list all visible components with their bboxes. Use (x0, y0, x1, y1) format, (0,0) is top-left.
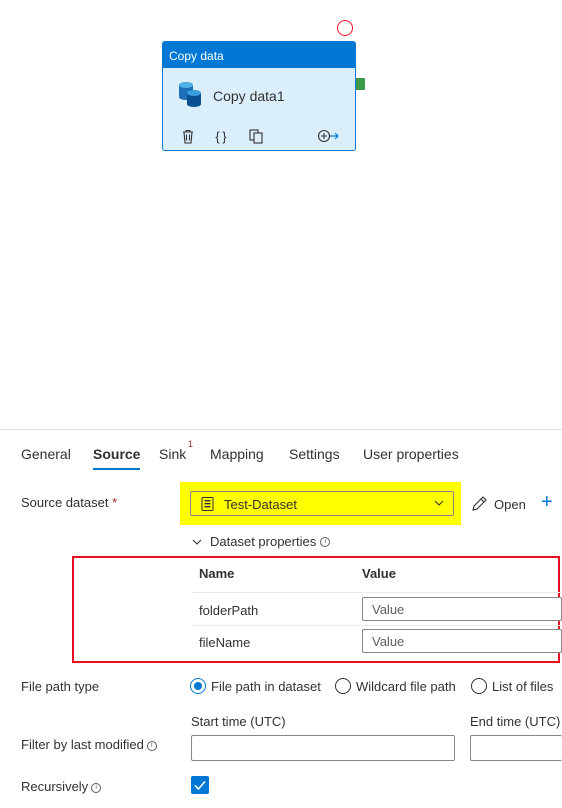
property-name-folderpath: folderPath (199, 603, 259, 618)
tab-sink[interactable]: Sink (159, 436, 186, 470)
info-icon[interactable]: i (320, 536, 331, 547)
radio-button (471, 678, 487, 694)
source-dataset-dropdown[interactable]: Test-Dataset (190, 491, 454, 516)
filter-last-modified-label: Filter by last modified i (21, 737, 157, 752)
file-path-type-label: File path type (21, 679, 100, 694)
start-time-input[interactable] (191, 735, 455, 761)
pencil-icon (472, 496, 487, 511)
properties-tabs: General Source Sink 1 Mapping Settings U… (0, 436, 562, 470)
tab-source[interactable]: Source (93, 436, 141, 470)
delete-icon[interactable] (178, 126, 198, 146)
radio-button-checked (190, 678, 206, 694)
tab-general[interactable]: General (21, 436, 71, 470)
start-time-label: Start time (UTC) (191, 714, 286, 729)
code-icon[interactable]: { } (211, 126, 231, 146)
tab-settings[interactable]: Settings (289, 436, 340, 470)
clone-icon[interactable] (246, 126, 266, 146)
open-label: Open (494, 496, 526, 512)
tab-sink-error-badge: 1 (188, 439, 194, 449)
end-time-input[interactable] (470, 735, 562, 761)
table-header-name: Name (199, 566, 235, 581)
table-header-value: Value (362, 566, 396, 581)
recursively-label: Recursively i (21, 779, 102, 794)
tab-user-properties[interactable]: User properties (363, 436, 459, 470)
info-icon[interactable]: i (146, 741, 157, 751)
radio-file-path-in-dataset[interactable]: File path in dataset (190, 678, 321, 694)
activity-type-label: Copy data (163, 42, 355, 68)
radio-label: Wildcard file path (356, 678, 456, 694)
filter-label-text: Filter by last modified (21, 737, 144, 752)
source-dataset-value: Test-Dataset (224, 497, 297, 512)
add-output-icon[interactable] (317, 126, 339, 146)
radio-list-of-files[interactable]: List of files (471, 678, 553, 694)
pipeline-canvas[interactable]: Copy data Copy data1 { } (0, 0, 562, 430)
end-time-label: End time (UTC) (470, 714, 561, 729)
new-dataset-button[interactable]: + (541, 492, 553, 512)
radio-label: List of files (492, 678, 554, 694)
radio-button (335, 678, 351, 694)
panel-divider (0, 429, 562, 430)
property-value-filename-input[interactable] (362, 629, 562, 653)
source-dataset-label: Source dataset * (21, 495, 117, 510)
radio-label: File path in dataset (211, 678, 321, 694)
chevron-down-icon (192, 539, 202, 545)
validation-status-icon (337, 20, 353, 36)
required-mark: * (112, 495, 118, 510)
copy-data-icon (179, 82, 201, 107)
open-dataset-button[interactable]: Open (470, 495, 526, 513)
dataset-properties-toggle[interactable]: Dataset properties i (192, 534, 331, 549)
property-value-folderpath-input[interactable] (362, 597, 562, 621)
recursively-label-text: Recursively (21, 779, 89, 794)
copy-data-activity[interactable]: Copy data Copy data1 { } (162, 41, 356, 151)
tab-mapping[interactable]: Mapping (210, 436, 264, 470)
checkmark-icon (194, 780, 206, 791)
info-icon[interactable]: i (91, 783, 102, 793)
success-output-handle[interactable] (356, 78, 365, 90)
chevron-down-icon (434, 500, 444, 506)
activity-name: Copy data1 (213, 88, 285, 104)
property-name-filename: fileName (199, 635, 251, 650)
recursively-checkbox[interactable] (191, 776, 209, 794)
dataset-icon (201, 497, 214, 511)
dataset-properties-label: Dataset properties (210, 534, 317, 549)
table-divider (192, 592, 562, 593)
source-dataset-label-text: Source dataset (21, 495, 109, 510)
table-divider (192, 625, 562, 626)
radio-wildcard-file-path[interactable]: Wildcard file path (335, 678, 456, 694)
